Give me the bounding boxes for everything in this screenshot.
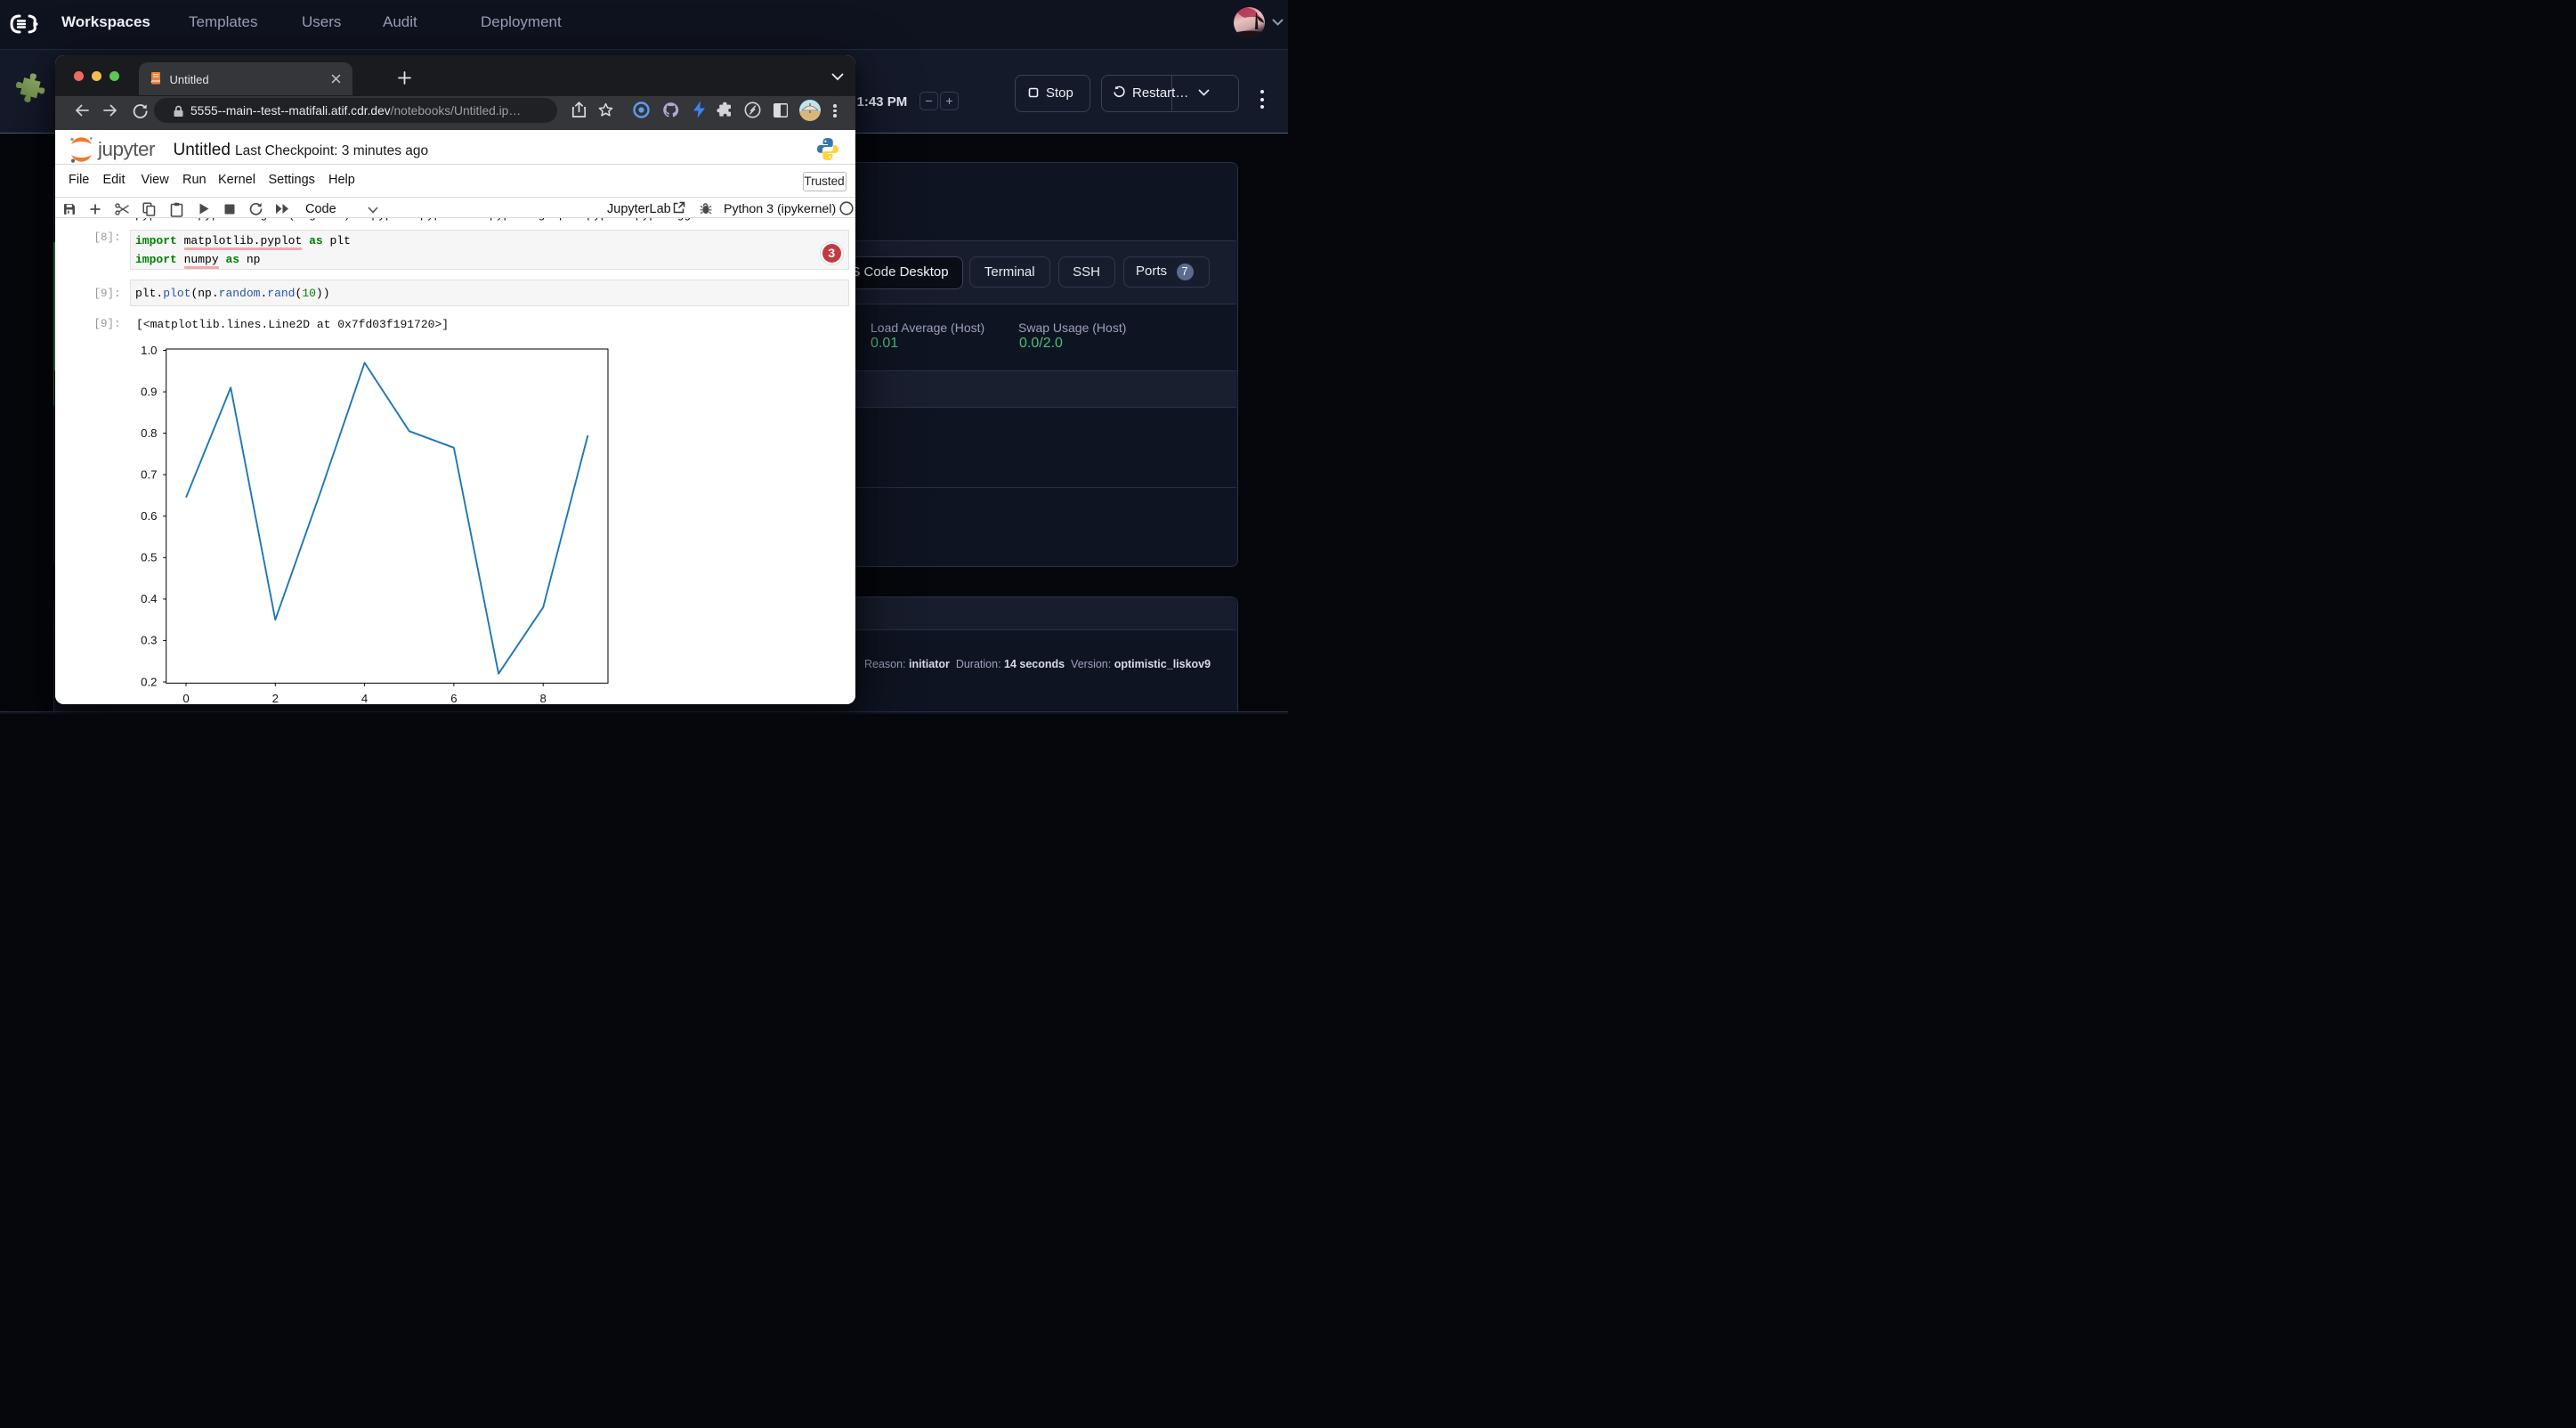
- svg-text:0.9: 0.9: [141, 385, 157, 398]
- svg-text:8: 8: [540, 692, 547, 703]
- svg-text:0.6: 0.6: [141, 509, 157, 523]
- svg-text:2: 2: [272, 692, 279, 703]
- svg-text:0.4: 0.4: [141, 592, 157, 605]
- svg-text:0: 0: [182, 692, 189, 703]
- svg-text:0.3: 0.3: [141, 633, 157, 646]
- svg-text:0.7: 0.7: [141, 467, 157, 481]
- svg-text:6: 6: [450, 692, 457, 703]
- svg-text:1.0: 1.0: [141, 343, 157, 356]
- svg-text:0.5: 0.5: [141, 550, 157, 564]
- svg-text:0.2: 0.2: [141, 675, 157, 688]
- svg-text:0.8: 0.8: [141, 426, 157, 439]
- svg-text:4: 4: [361, 692, 368, 703]
